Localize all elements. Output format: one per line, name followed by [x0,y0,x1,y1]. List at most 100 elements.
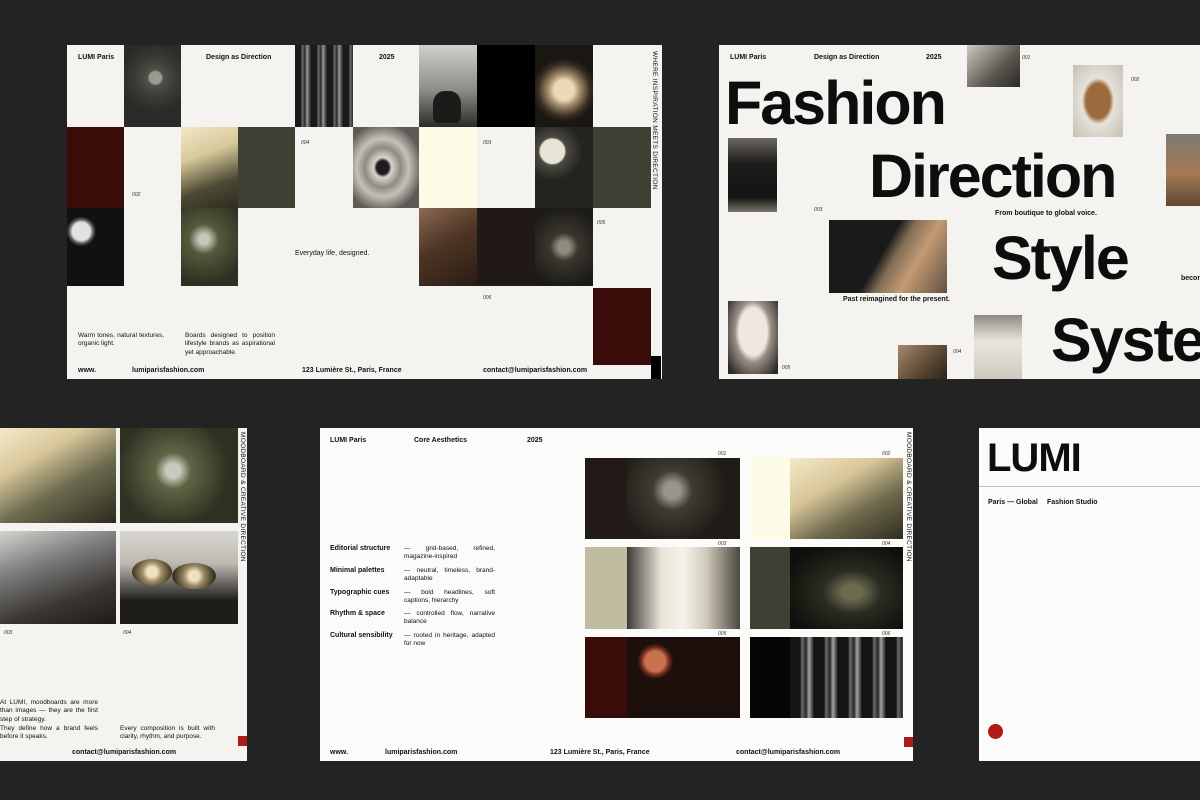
sage-swatch [585,547,627,629]
footer-address: 123 Lumière St., Paris, France [302,367,402,374]
photo-branches [419,45,477,127]
cream-swatch [750,458,790,539]
year: 2025 [926,54,942,61]
number-1: 002 [132,192,141,198]
footer-address: 123 Lumière St., Paris, France [550,749,650,756]
row-label-1: Editorial structure [330,545,391,552]
chrome-shape [132,559,172,585]
footer-email[interactable]: contact@lumiparisfashion.com [72,749,176,758]
number-6: 006 [882,631,891,637]
footer-www[interactable]: www. [78,367,96,376]
photo-heels [829,220,947,293]
photo-sneakers [967,45,1020,87]
paragraph-composition: Every composition is built with clarity,… [120,725,215,741]
number-5: 005 [718,631,727,637]
maroon-block [67,127,124,208]
photo-bags [1166,134,1200,206]
number-2: 004 [123,630,132,636]
year: 2025 [527,437,543,444]
footer-email[interactable]: contact@lumiparisfashion.com [736,749,840,758]
photo-bowl-texture [627,458,740,539]
paragraph-warm-tones: Warm tones, natural textures, organic li… [78,332,164,348]
headline-system: Syste [1051,306,1200,374]
photo-chrome-object [120,531,238,624]
slide-fashion-direction: LUMI Paris Design as Direction 2025 Fash… [719,45,1200,379]
slide-design-as-direction: LUMI Paris Design as Direction 2025 002 … [67,45,662,379]
caption-cut: becon [1181,275,1200,282]
number-5: 005 [782,365,791,371]
photo-glasses [790,637,903,718]
footer-www[interactable]: www. [330,749,348,758]
number-3: 003 [483,140,492,146]
photo-green-metal [120,428,238,523]
number-4: 005 [597,220,606,226]
tagline: Everyday life, designed. [295,250,370,257]
headline-direction: Direction [869,142,1117,210]
photo-man-black [728,138,777,212]
photo-silver-bowl [535,45,593,127]
cream-block [419,127,477,208]
number-1: 001 [718,451,727,457]
photo-denim-chair [0,531,116,624]
row-label-2: Minimal palettes [330,567,385,574]
location-label: Paris — Global [988,499,1038,506]
number-2: 004 [301,140,310,146]
slide-core-aesthetics: LUMI Paris Core Aesthetics 2025 Editoria… [320,428,913,761]
photo-woman-white [974,315,1022,379]
paragraph-moodboards: At LUMI, moodboards are more than images… [0,699,98,723]
caption-boutique: From boutique to global voice. [995,210,1097,217]
chrome-shape-2 [172,563,216,589]
headline-fashion: Fashion [725,69,947,137]
photo-tulips [0,428,116,523]
row-desc-2: — neutral, timeless, brand-adaptable [404,567,495,583]
number-5: 006 [483,295,492,301]
dark-brown-swatch [585,458,627,539]
headline-style: Style [992,224,1130,292]
olive-swatch [750,547,790,629]
vertical-heading: WHERE INSPIRATION MEETS DIRECTION [651,51,658,190]
photo-ceramic-pots [535,127,593,208]
row-desc-3: — bold headlines, soft captions, hierarc… [404,589,495,605]
number-4: 004 [953,349,962,355]
paragraph-boards: Boards designed to position lifestyle br… [185,332,275,356]
brand-label: LUMI Paris [730,54,767,61]
vertical-heading: MOODBOARD & CREATIVE DIRECTION [905,432,912,562]
subtitle: Design as Direction [206,54,272,61]
row-label-5: Cultural sensibility [330,632,393,639]
photo-woman-face [728,301,778,374]
red-square [238,736,247,746]
slide-lumi-cover: LUMI Paris — Global Fashion Studio [979,428,1200,761]
subtitle: Core Aesthetics [414,437,468,444]
maroon-block-2 [593,288,651,365]
olive-block-2 [593,127,651,208]
number-4: 004 [882,541,891,547]
photo-plant-leaves [790,547,903,629]
number-3: 003 [814,207,823,213]
number-3: 003 [718,541,727,547]
photo-stone-ring [124,45,181,127]
black-strip [651,356,661,379]
photo-fabric-swirl [353,127,419,208]
row-desc-1: — grid-based, refined, magazine-inspired [404,545,495,561]
row-desc-4: — controlled flow, narrative balance [404,610,495,626]
photo-green-metal [181,208,238,286]
brand-label: LUMI Paris [330,437,367,444]
row-label-4: Rhythm & space [330,610,385,617]
footer-website[interactable]: lumiparisfashion.com [385,749,457,758]
row-label-3: Typographic cues [330,589,390,596]
dark-brown-block [477,208,535,286]
photo-figs [627,637,740,718]
photo-tulips [790,458,903,539]
footer-email[interactable]: contact@lumiparisfashion.com [483,367,587,376]
subtitle: Design as Direction [814,54,880,61]
vertical-heading: MOODBOARD & CREATIVE DIRECTION [239,432,246,562]
number-1: 003 [4,630,13,636]
maroon-swatch [585,637,627,718]
black-swatch [750,637,790,718]
photo-bowl-texture [535,208,593,286]
cover-title: LUMI [987,436,1082,480]
caption-past: Past reimagined for the present. [843,296,950,303]
footer-website[interactable]: lumiparisfashion.com [132,367,204,376]
brand-label: LUMI Paris [78,54,115,61]
row-desc-5: — rooted in heritage, adapted for now [404,632,495,648]
